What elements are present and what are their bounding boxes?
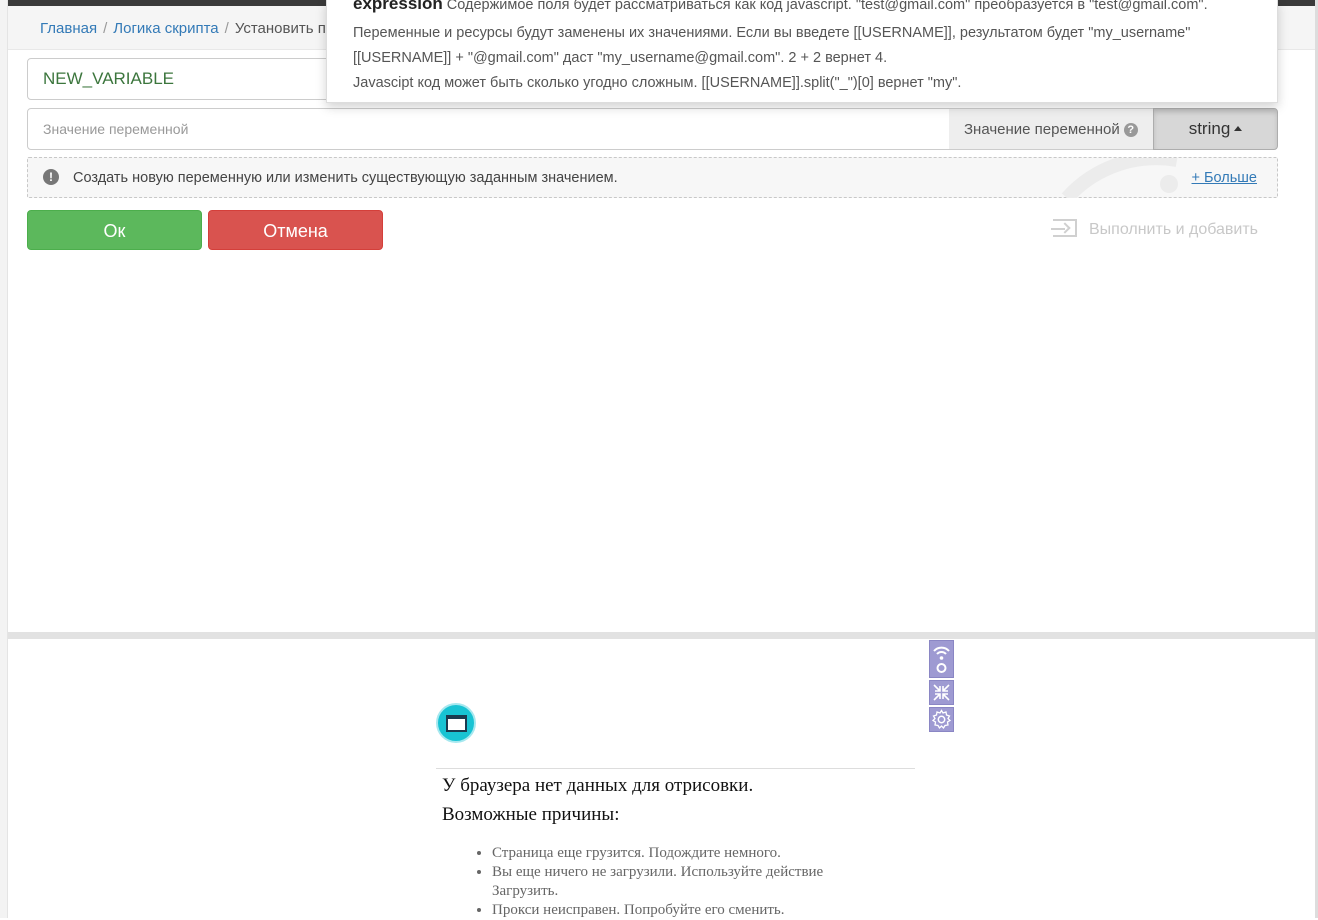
- breadcrumb: Главная / Логика скрипта / Установить п: [40, 20, 326, 37]
- reason-item: Страница еще грузится. Подождите немного…: [492, 844, 892, 863]
- settings-gear-icon: [931, 709, 952, 730]
- variable-value-group: Значение переменной? string: [27, 108, 1278, 150]
- browser-window-glyph: [446, 715, 467, 732]
- ok-button[interactable]: Ок: [27, 210, 202, 250]
- settings-button[interactable]: [929, 707, 954, 732]
- variable-value-label: Значение переменной?: [949, 108, 1154, 150]
- help-icon[interactable]: ?: [1123, 123, 1138, 137]
- collapse-icon: [933, 684, 950, 701]
- execute-and-add-button[interactable]: Выполнить и добавить: [1051, 219, 1259, 239]
- reason-item: Вы еще ничего не загрузили. Используйте …: [492, 863, 892, 901]
- execute-add-icon: [1051, 219, 1077, 237]
- breadcrumb-separator: /: [224, 20, 229, 37]
- tooltip-line-1-text: Содержимое поля будет рассматриваться ка…: [442, 0, 1208, 13]
- more-link[interactable]: + Больше: [1192, 170, 1257, 186]
- browser-panel-divider: [436, 768, 915, 769]
- tooltip-keyword: expression: [353, 0, 443, 13]
- possible-reasons-heading: Возможные причины:: [442, 804, 620, 825]
- caret-up-icon: [1234, 126, 1243, 131]
- tooltip-line-4: Javascipt код может быть сколько угодно …: [353, 75, 962, 91]
- reasons-list: Страница еще грузится. Подождите немного…: [472, 844, 892, 920]
- tooltip-line-1: expression Содержимое поля будет рассмат…: [353, 0, 1208, 14]
- execute-and-add-label: Выполнить и добавить: [1089, 221, 1259, 238]
- no-data-title: У браузера нет данных для отрисовки.: [442, 775, 754, 796]
- value-type-label: string: [1188, 119, 1231, 138]
- action-description-text: Создать новую переменную или изменить су…: [73, 170, 618, 186]
- cancel-button[interactable]: Отмена: [208, 210, 383, 250]
- collapse-button[interactable]: [929, 680, 954, 705]
- tooltip-line-3: [[USERNAME]] + "@gmail.com" даст "my_use…: [353, 50, 888, 66]
- wifi-record-icon: [933, 646, 950, 673]
- variable-value-input[interactable]: [27, 108, 950, 150]
- reason-item: Прокси неисправен. Попробуйте его сменит…: [492, 901, 892, 920]
- breadcrumb-current: Установить п: [234, 20, 326, 37]
- exclamation-icon: !: [43, 169, 59, 185]
- breadcrumb-logic-link[interactable]: Логика скрипта: [113, 20, 218, 37]
- wifi-record-button[interactable]: [929, 640, 954, 678]
- value-type-dropdown-button[interactable]: string: [1153, 108, 1278, 150]
- browser-logo-icon: [436, 703, 476, 743]
- type-help-tooltip: expression Содержимое поля будет рассмат…: [326, 0, 1278, 103]
- tooltip-line-2: Переменные и ресурсы будут заменены их з…: [353, 25, 1191, 41]
- breadcrumb-separator: /: [103, 20, 108, 37]
- value-label-text: Значение переменной: [964, 121, 1120, 138]
- action-description-box: ! Создать новую переменную или изменить …: [27, 157, 1278, 198]
- left-edge-strip: [0, 0, 8, 918]
- breadcrumb-home-link[interactable]: Главная: [40, 20, 97, 37]
- panel-splitter[interactable]: [8, 632, 1315, 639]
